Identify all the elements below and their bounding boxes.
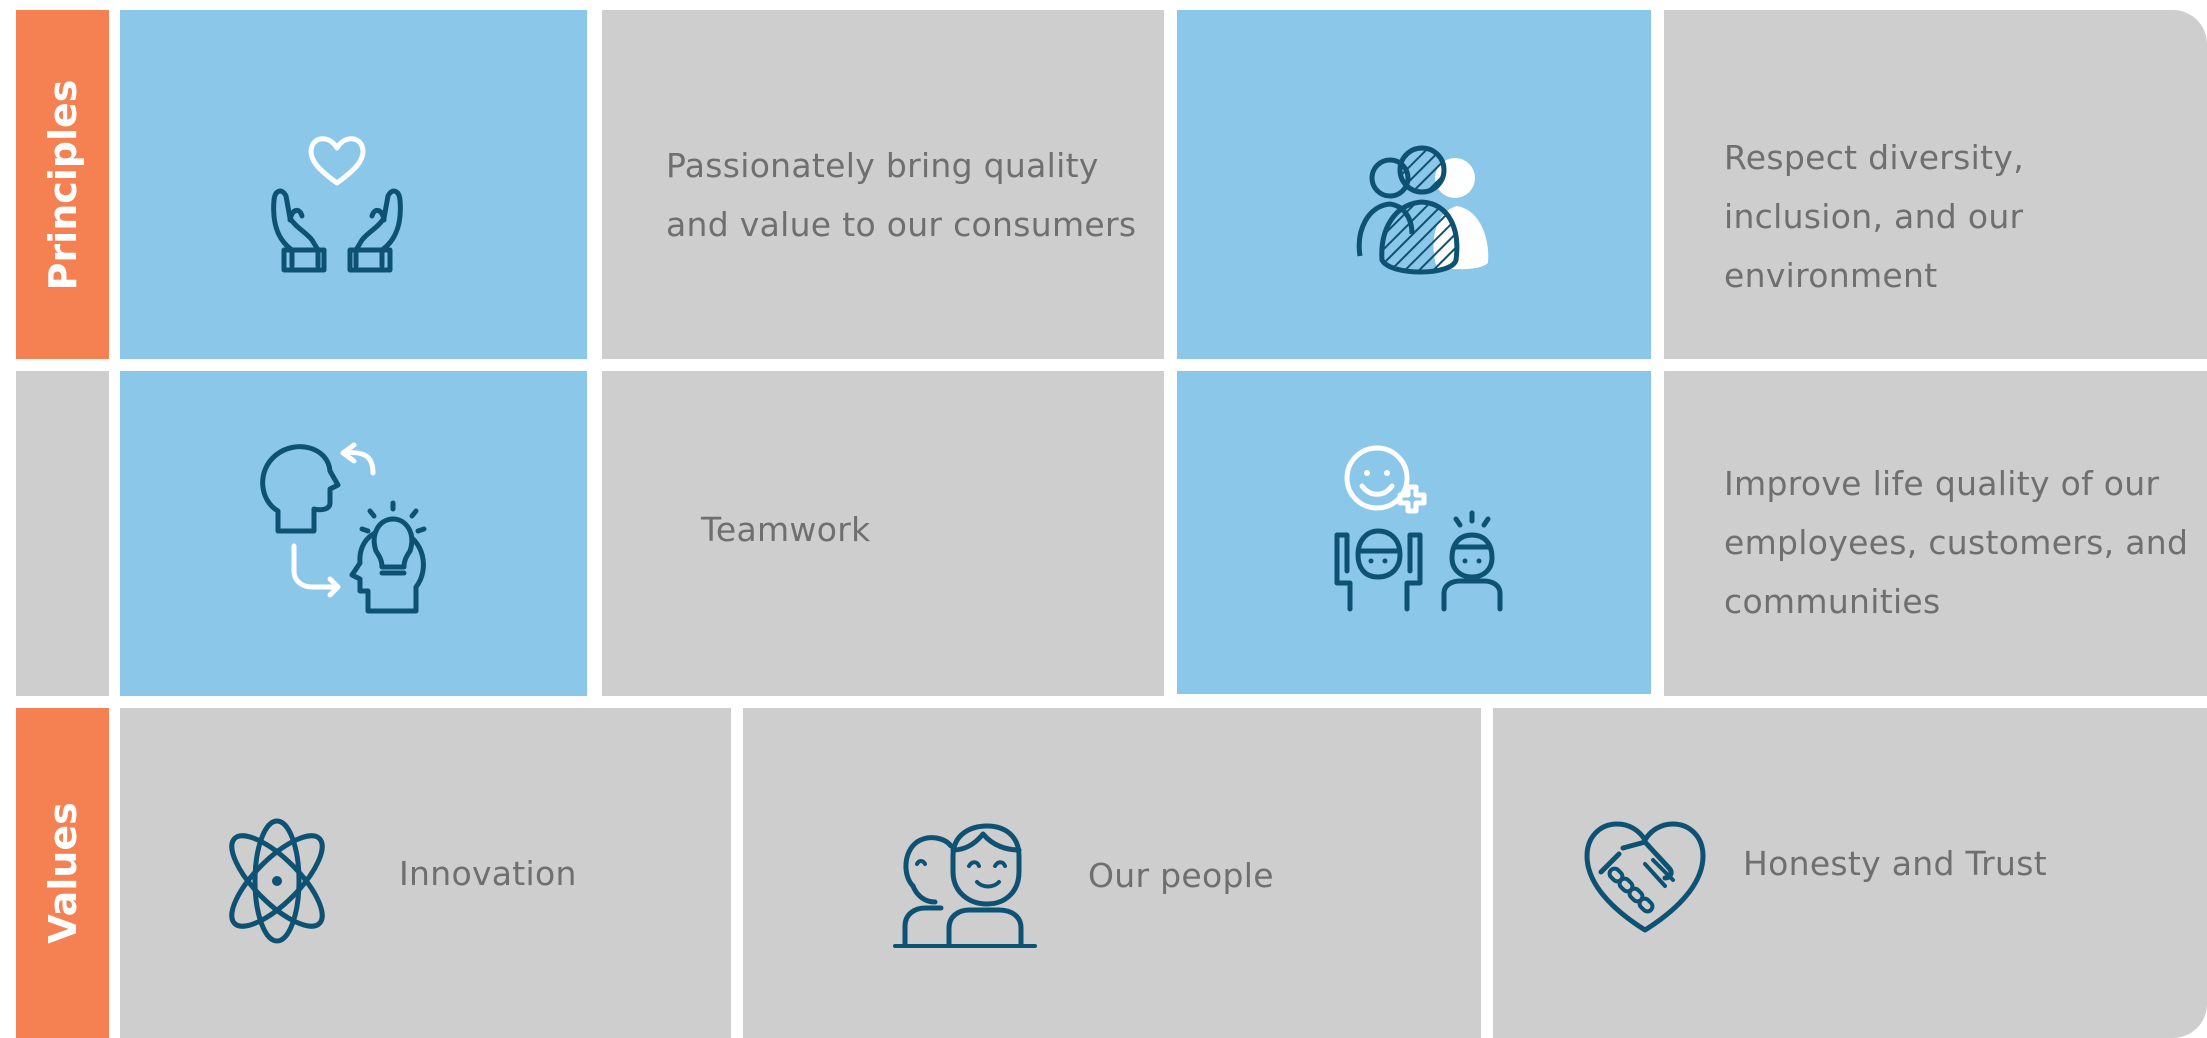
value-honesty-label: Honesty and Trust [1743,844,2047,883]
values-side-tab: Values [16,708,109,1038]
people-icon [893,816,1038,951]
principle-teamwork-text: Teamwork [701,510,871,549]
value-innovation-label: Innovation [399,854,577,893]
atom-icon [212,816,342,946]
values-label: Values [40,802,85,944]
diverse-people-icon [1352,138,1502,278]
value-innovation-tile: Innovation [120,708,731,1038]
value-honesty-tile: Honesty and Trust [1493,708,2207,1038]
value-people-label: Our people [1088,856,1274,895]
principle-diversity-text: Respect diversity, inclusion, and our en… [1724,138,2024,295]
happy-people-icon [1332,443,1512,623]
principle-quality-text-tile: Passionately bring quality and value to … [602,10,1164,359]
principle-life-quality-text: Improve life quality of our employees, c… [1724,464,2189,621]
value-people-tile: Our people [743,708,1481,1038]
principles-side-tab: Principles [16,10,109,359]
teamwork-ideas-icon [258,441,433,621]
principle-quality-text: Passionately bring quality and value to … [666,146,1137,244]
principle-teamwork-text-tile: Teamwork [602,371,1164,696]
principle-life-quality-text-tile: Improve life quality of our employees, c… [1664,371,2207,696]
principles-side-spacer [16,371,109,696]
principle-diversity-icon-tile [1177,10,1651,359]
principle-life-quality-icon-tile [1177,371,1651,694]
principles-label: Principles [40,79,85,290]
principle-teamwork-icon-tile [120,371,587,696]
principle-quality-icon-tile [120,10,587,359]
hands-heart-icon [262,128,412,278]
principle-diversity-text-tile: Respect diversity, inclusion, and our en… [1664,10,2207,359]
handshake-heart-icon [1583,820,1708,935]
